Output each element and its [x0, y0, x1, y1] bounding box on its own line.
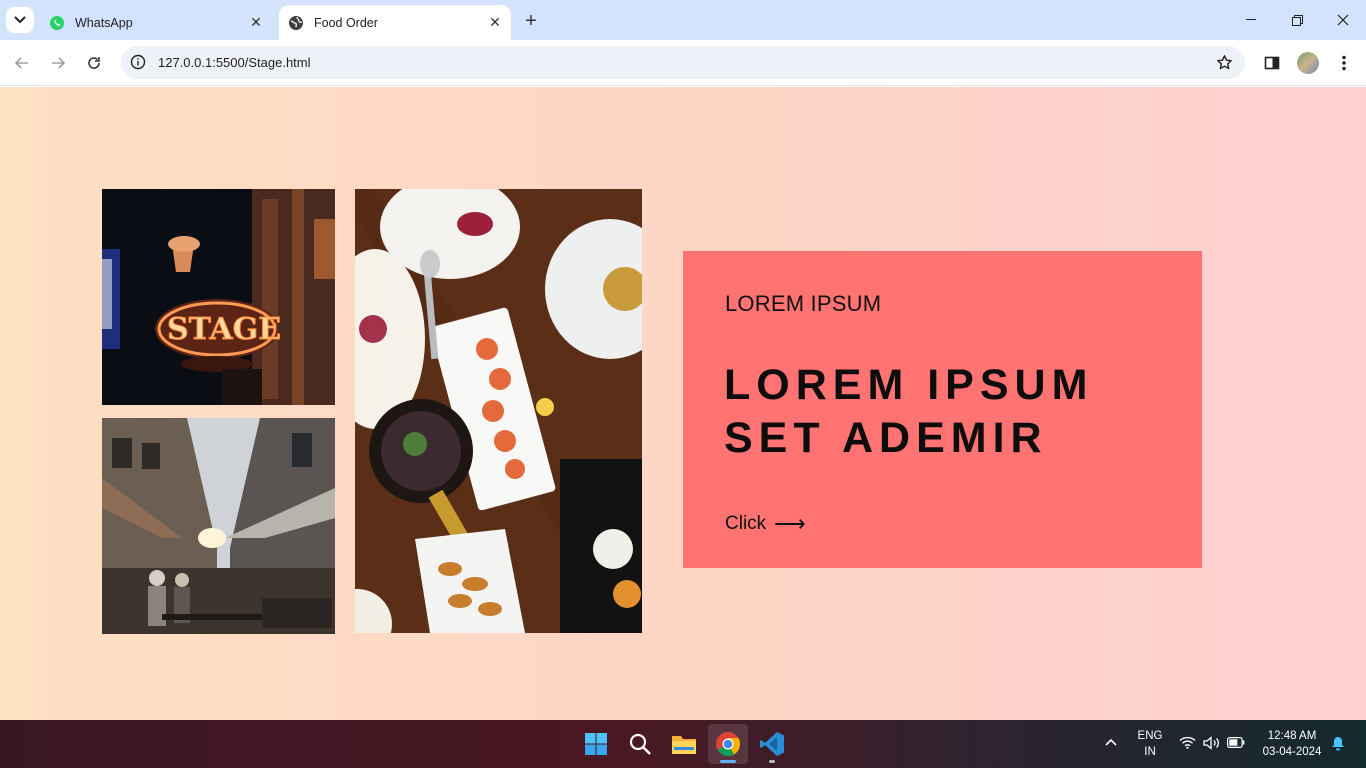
tab-food-order[interactable]: Food Order ✕ — [279, 5, 511, 40]
reload-button[interactable] — [80, 49, 108, 77]
tab-strip: WhatsApp ✕ Food Order ✕ + — [0, 0, 1366, 40]
language-indicator[interactable]: ENG IN — [1130, 728, 1170, 760]
url-text: 127.0.0.1:5500/Stage.html — [158, 55, 311, 70]
new-tab-button[interactable]: + — [519, 9, 543, 33]
back-button[interactable] — [8, 49, 36, 77]
tab-title: WhatsApp — [75, 15, 133, 30]
arrow-left-icon — [14, 57, 28, 69]
whatsapp-icon — [49, 15, 65, 31]
globe-icon — [288, 15, 304, 31]
tab-title: Food Order — [314, 15, 378, 30]
clock[interactable]: 12:48 AM 03-04-2024 — [1255, 728, 1329, 760]
more-menu-icon[interactable] — [1333, 52, 1355, 74]
click-link[interactable]: Click ⟶ — [725, 513, 806, 535]
promo-card: LOREM IPSUM LOREM IPSUM SET ADEMIR Click… — [683, 251, 1202, 568]
address-bar[interactable]: 127.0.0.1:5500/Stage.html — [121, 46, 1245, 79]
clock-time: 12:48 AM — [1267, 730, 1317, 742]
restore-button[interactable] — [1274, 0, 1320, 40]
page-viewport: STAGE LOREM IPSUM LOREM IPSUM SET ADEMIR… — [0, 87, 1366, 720]
forward-button[interactable] — [44, 49, 72, 77]
wifi-icon[interactable] — [1178, 736, 1196, 754]
chevron-up-icon[interactable] — [1102, 735, 1120, 751]
volume-icon[interactable] — [1202, 736, 1220, 755]
click-link-label: Click — [725, 513, 767, 534]
minimize-button[interactable] — [1228, 0, 1274, 40]
windows-taskbar: ENG IN 12:48 AM 03-04-2024 — [0, 720, 1366, 768]
vscode-icon[interactable] — [752, 724, 792, 764]
notification-bell-icon[interactable] — [1330, 736, 1346, 756]
food-table-photo — [355, 189, 642, 633]
close-window-button[interactable] — [1320, 0, 1366, 40]
card-eyebrow: LOREM IPSUM — [725, 291, 882, 316]
chevron-down-icon — [14, 16, 26, 24]
file-explorer-icon[interactable] — [664, 724, 704, 764]
chrome-icon[interactable] — [708, 724, 748, 764]
site-info-icon[interactable] — [129, 53, 147, 71]
close-tab-icon[interactable]: ✕ — [485, 13, 505, 33]
side-panel-icon[interactable] — [1261, 52, 1283, 74]
running-app-indicator — [769, 760, 775, 763]
browser-toolbar: 127.0.0.1:5500/Stage.html — [0, 40, 1366, 86]
search-icon[interactable] — [620, 724, 660, 764]
active-app-indicator — [720, 760, 736, 763]
tab-whatsapp[interactable]: WhatsApp ✕ — [40, 5, 272, 40]
bookmark-star-icon[interactable] — [1215, 53, 1233, 71]
svg-text:STAGE: STAGE — [167, 312, 281, 347]
profile-avatar[interactable] — [1297, 52, 1319, 74]
language-code: ENG — [1137, 730, 1163, 742]
arrow-right-icon — [52, 57, 66, 69]
close-tab-icon[interactable]: ✕ — [246, 13, 266, 33]
clock-date: 03-04-2024 — [1262, 746, 1322, 758]
battery-icon[interactable] — [1226, 737, 1246, 753]
card-headline: LOREM IPSUM SET ADEMIR — [724, 361, 1094, 462]
neon-stage-sign-photo: STAGE — [102, 189, 335, 405]
windows-start-icon[interactable] — [576, 724, 616, 764]
reload-icon — [88, 57, 100, 69]
arrow-right-icon: ⟶ — [774, 511, 806, 536]
tab-search-button[interactable] — [6, 7, 34, 33]
language-region: IN — [1144, 746, 1156, 758]
street-cafe-photo — [102, 418, 335, 634]
